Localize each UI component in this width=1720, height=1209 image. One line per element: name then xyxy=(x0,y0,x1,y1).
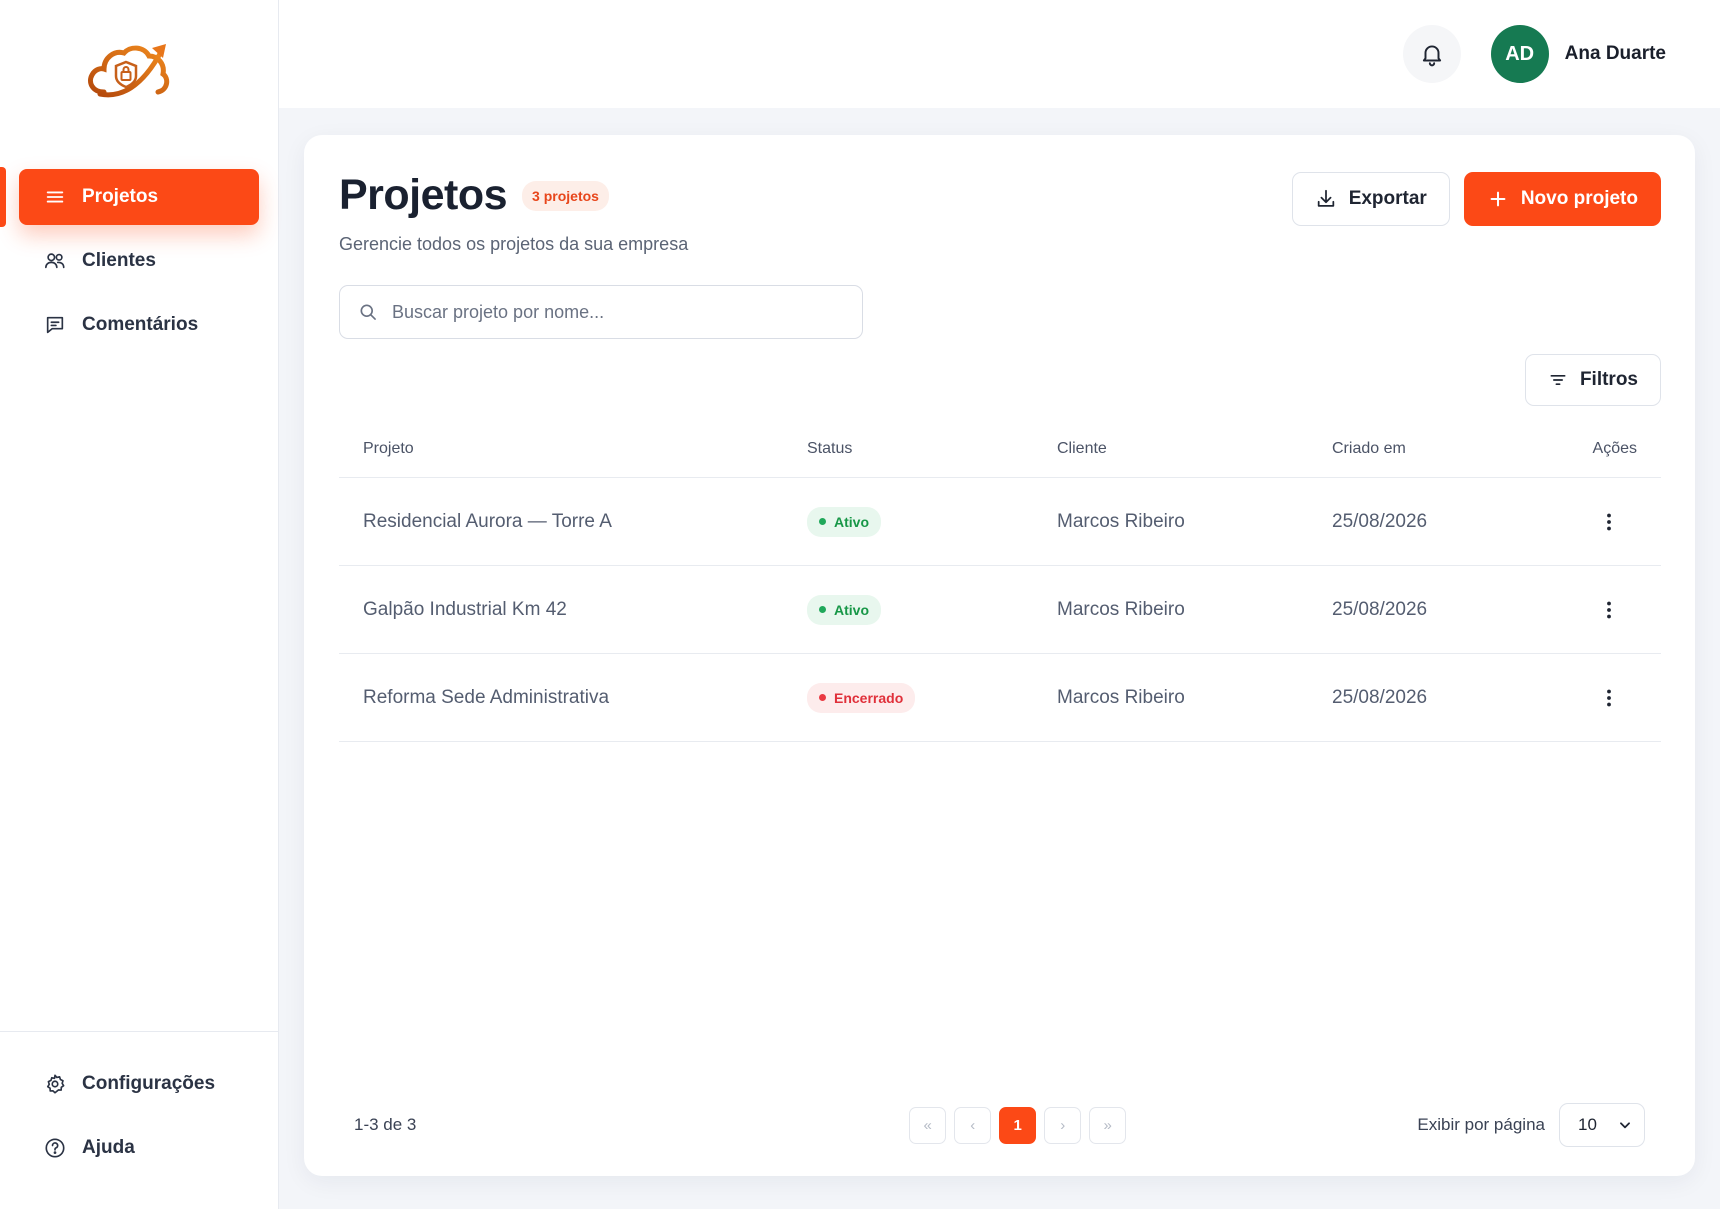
more-vertical-icon[interactable] xyxy=(1597,598,1621,622)
column-header-cliente[interactable]: Cliente xyxy=(1057,440,1332,458)
sidebar-item-label: Comentários xyxy=(82,314,199,335)
plus-icon xyxy=(1490,191,1506,207)
column-header-acoes: Ações xyxy=(1592,439,1637,457)
sidebar-item-comentarios[interactable]: Comentários xyxy=(19,297,259,353)
brand-logo[interactable] xyxy=(86,36,172,104)
sidebar-item-label: Configurações xyxy=(82,1073,216,1094)
filter-icon xyxy=(1550,375,1566,385)
pagination: « ‹ 1 › » xyxy=(909,1106,1127,1144)
status-dot xyxy=(819,606,826,613)
actions-cell xyxy=(1562,510,1661,534)
help-circle-icon xyxy=(45,1138,65,1158)
status-dot xyxy=(819,518,826,525)
user-name[interactable]: Ana Duarte xyxy=(1565,43,1666,65)
client-name: Marcos Ribeiro xyxy=(1057,510,1185,532)
page-title: Projetos xyxy=(339,171,508,219)
title-row: Projetos 3 projetos xyxy=(339,171,688,220)
status-badge: Ativo xyxy=(807,506,881,537)
filters-button-label: Filtros xyxy=(1579,369,1638,390)
table-row[interactable]: Residencial Aurora — Torre A Ativo Marco… xyxy=(339,478,1661,566)
new-project-button-label: Novo projeto xyxy=(1520,188,1638,209)
topbar: AD Ana Duarte xyxy=(279,0,1720,108)
created-date: 25/08/2026 xyxy=(1332,510,1428,532)
per-page-control: Exibir por página 10 xyxy=(1417,1103,1645,1147)
sidebar-bottom: Configurações Ajuda xyxy=(0,1031,278,1209)
status-label: Ativo xyxy=(834,513,869,530)
status-dot xyxy=(819,694,826,701)
per-page-label: Exibir por página xyxy=(1417,1115,1545,1134)
actions-cell xyxy=(1562,598,1661,622)
new-project-button[interactable]: Novo projeto xyxy=(1463,172,1661,226)
status-cell: Ativo xyxy=(807,506,1057,537)
created-date: 25/08/2026 xyxy=(1332,686,1428,708)
table-header: Projeto Status Cliente Criado em Ações xyxy=(339,420,1661,478)
message-icon xyxy=(46,316,64,334)
header-actions: Exportar Novo projeto xyxy=(1291,172,1661,226)
project-name[interactable]: Residencial Aurora — Torre A xyxy=(339,511,807,533)
status-badge: Ativo xyxy=(807,594,881,625)
client-name: Marcos Ribeiro xyxy=(1057,686,1185,708)
search-icon xyxy=(360,304,376,320)
avatar[interactable]: AD xyxy=(1490,25,1549,83)
column-header-status[interactable]: Status xyxy=(807,440,1057,458)
results-range: 1-3 de 3 xyxy=(354,1115,417,1134)
project-name[interactable]: Reforma Sede Administrativa xyxy=(339,687,807,709)
main-area: AD Ana Duarte Projetos 3 projetos Gerenc… xyxy=(279,0,1720,1209)
search-field[interactable] xyxy=(339,285,863,339)
status-cell: Encerrado xyxy=(807,682,1057,713)
sidebar-item-label: Ajuda xyxy=(82,1137,135,1158)
gear-icon xyxy=(46,1074,65,1094)
status-badge: Encerrado xyxy=(807,682,916,713)
sidebar-item-projetos[interactable]: Projetos xyxy=(0,167,259,227)
per-page-select[interactable]: 10 xyxy=(1558,1103,1645,1147)
page-subtitle: Gerencie todos os projetos da sua empres… xyxy=(339,234,689,254)
created-date: 25/08/2026 xyxy=(1332,598,1428,620)
prev-page-button[interactable]: ‹ xyxy=(954,1106,992,1144)
status-label: Encerrado xyxy=(834,689,904,706)
first-page-button[interactable]: « xyxy=(909,1106,947,1144)
project-count-badge: 3 projetos xyxy=(522,180,609,211)
table-row[interactable]: Reforma Sede Administrativa Encerrado Ma… xyxy=(339,654,1661,742)
download-icon xyxy=(1317,189,1334,207)
projects-table: Projeto Status Cliente Criado em Ações R… xyxy=(339,420,1661,742)
card-header: Projetos 3 projetos Gerencie todos os pr… xyxy=(339,171,688,255)
sidebar-item-ajuda[interactable]: Ajuda xyxy=(19,1120,259,1176)
notifications-button[interactable] xyxy=(1402,25,1461,83)
status-label: Ativo xyxy=(834,601,869,618)
app-root: Projetos Clientes Comentários Configuraç… xyxy=(0,0,1720,1209)
export-button[interactable]: Exportar xyxy=(1291,172,1450,226)
actions-cell xyxy=(1562,686,1661,710)
filters-button[interactable]: Filtros xyxy=(1524,354,1661,406)
sidebar-item-configuracoes[interactable]: Configurações xyxy=(19,1056,259,1112)
main-nav: Projetos Clientes Comentários xyxy=(0,167,278,361)
sidebar-item-label: Projetos xyxy=(82,186,159,207)
sidebar-item-clientes[interactable]: Clientes xyxy=(19,233,259,289)
client-name: Marcos Ribeiro xyxy=(1057,598,1185,620)
bell-icon xyxy=(1422,45,1441,67)
chevron-down-icon xyxy=(1620,1122,1630,1129)
sidebar: Projetos Clientes Comentários Configuraç… xyxy=(0,0,279,1209)
last-page-button[interactable]: » xyxy=(1089,1106,1127,1144)
column-header-criado-em[interactable]: Criado em xyxy=(1332,440,1562,458)
per-page-value: 10 xyxy=(1577,1115,1597,1134)
project-name[interactable]: Galpão Industrial Km 42 xyxy=(339,599,807,621)
search-input[interactable] xyxy=(392,301,832,323)
table-footer: 1-3 de 3 « ‹ 1 › » Exibir por página 10 xyxy=(354,1103,1645,1147)
status-cell: Ativo xyxy=(807,594,1057,625)
next-page-button[interactable]: › xyxy=(1044,1106,1082,1144)
more-vertical-icon[interactable] xyxy=(1597,510,1621,534)
projects-card: Projetos 3 projetos Gerencie todos os pr… xyxy=(304,135,1695,1176)
table-row[interactable]: Galpão Industrial Km 42 Ativo Marcos Rib… xyxy=(339,566,1661,654)
menu-icon xyxy=(46,191,64,203)
sidebar-item-label: Clientes xyxy=(82,250,156,271)
page-button-current[interactable]: 1 xyxy=(999,1106,1037,1144)
users-icon xyxy=(45,253,65,269)
export-button-label: Exportar xyxy=(1348,188,1427,209)
column-header-projeto[interactable]: Projeto xyxy=(339,440,807,458)
more-vertical-icon[interactable] xyxy=(1597,686,1621,710)
